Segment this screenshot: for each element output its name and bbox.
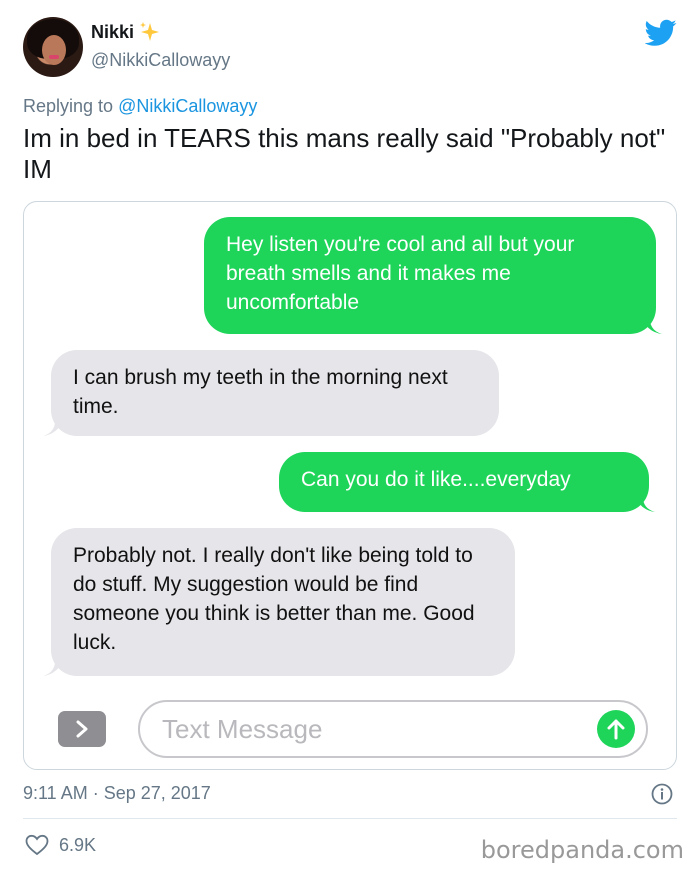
expand-apps-button [58,711,106,747]
bubble-tail [633,492,655,512]
bubble-tail [43,656,65,676]
sparkle-icon [140,22,160,41]
text-message-placeholder: Text Message [162,714,323,744]
bubble-tail [640,314,662,334]
author-handle[interactable]: @NikkiCallowayy [91,50,230,71]
bubble-tail [43,416,65,436]
twitter-bird-icon[interactable] [645,19,677,47]
divider [23,818,677,819]
message-text: Can you do it like....everyday [301,468,571,491]
tweet-text: Im in bed in TEARS this mans really said… [23,123,666,184]
message-bubble-received: I can brush my teeth in the morning next… [51,350,499,436]
reply-to-link[interactable]: @NikkiCallowayy [118,96,257,116]
attached-screenshot[interactable]: Hey listen you're cool and all but your … [23,201,677,770]
info-icon[interactable] [651,783,673,805]
message-bubble-sent: Hey listen you're cool and all but your … [204,217,656,334]
message-bubble-sent: Can you do it like....everyday [279,452,649,512]
tweet-timestamp[interactable]: 9:11 AM · Sep 27, 2017 [23,783,211,804]
message-text: I can brush my teeth in the morning next… [73,366,448,418]
avatar-lips [49,55,59,59]
avatar-face [42,35,66,65]
heart-icon [25,834,49,856]
message-text: Hey listen you're cool and all but your … [226,233,575,314]
avatar[interactable] [23,17,83,77]
author-name-row[interactable]: Nikki [91,21,160,43]
text-message-field: Text Message [138,700,648,758]
chevron-right-icon [76,720,88,738]
replying-prefix: Replying to [23,96,119,116]
arrow-up-icon [607,719,625,740]
watermark: boredpanda.com [480,836,684,864]
display-name[interactable]: Nikki [91,22,134,43]
message-bubble-received: Probably not. I really don't like being … [51,528,515,676]
replying-to: Replying to @NikkiCallowayy [23,96,257,117]
compose-bar: Text Message [24,692,676,769]
like-button[interactable]: 6.9K [25,834,96,856]
like-count: 6.9K [59,834,97,855]
message-text: Probably not. I really don't like being … [73,544,475,654]
send-button [597,710,635,748]
